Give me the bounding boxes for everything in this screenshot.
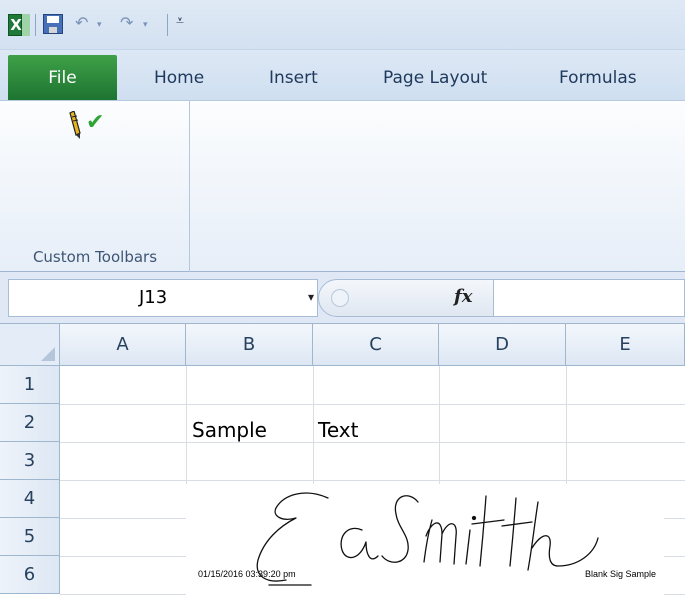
formula-controls: fx	[318, 279, 494, 317]
save-icon[interactable]	[43, 14, 63, 34]
formula-bar: J13 ▾ fx	[0, 272, 685, 324]
column-header-a[interactable]: A	[60, 324, 186, 366]
gridline	[60, 480, 685, 481]
column-header-b[interactable]: B	[186, 324, 313, 366]
row-header-6[interactable]: 6	[0, 556, 60, 594]
column-header-c[interactable]: C	[313, 324, 439, 366]
redo-dropdown-icon[interactable]: ▾	[143, 20, 148, 30]
cell-b2[interactable]: Sample	[192, 418, 267, 442]
custom-toolbars-group: ✔ Custom Toolbars	[0, 101, 190, 272]
name-box-value: J13	[139, 287, 168, 308]
pencil-icon[interactable]	[68, 111, 82, 141]
tab-page-layout[interactable]: Page Layout	[383, 55, 487, 100]
toolbar-separator	[167, 14, 168, 36]
gridline	[60, 404, 685, 405]
tab-file[interactable]: File	[8, 55, 117, 100]
column-header-d[interactable]: D	[439, 324, 566, 366]
row-header-4[interactable]: 4	[0, 480, 60, 518]
handwritten-signature-icon	[256, 492, 599, 586]
tab-home[interactable]: Home	[154, 55, 204, 100]
column-header-e[interactable]: E	[566, 324, 685, 366]
insert-function-icon[interactable]: fx	[454, 286, 472, 307]
name-box[interactable]: J13 ▾	[8, 279, 318, 317]
redo-icon[interactable]: ↷	[120, 12, 133, 34]
signature-caption: Blank Sig Sample	[584, 569, 656, 579]
row-header-5[interactable]: 5	[0, 518, 60, 556]
ribbon-panel: ✔ Custom Toolbars	[0, 100, 685, 272]
ribbon-tab-bar: File Home Insert Page Layout Formulas	[0, 50, 685, 100]
row-header-2[interactable]: 2	[0, 404, 60, 442]
tab-formulas[interactable]: Formulas	[559, 55, 637, 100]
formula-input[interactable]	[494, 279, 685, 317]
excel-icon[interactable]: X	[8, 14, 30, 36]
cell-c2[interactable]: Text	[318, 418, 358, 442]
formula-circle-icon	[331, 289, 349, 307]
signature-timestamp: 01/15/2016 03:39:20 pm	[198, 569, 296, 579]
worksheet-grid: A B C D E 1 2 3 4 5 6 Sample Text 01/15/…	[0, 324, 685, 600]
group-label: Custom Toolbars	[32, 248, 158, 266]
check-icon[interactable]: ✔	[86, 109, 104, 137]
row-header-3[interactable]: 3	[0, 442, 60, 480]
toolbar-separator	[35, 14, 36, 36]
signature-image[interactable]: 01/15/2016 03:39:20 pm Blank Sig Sample	[186, 484, 664, 600]
quick-access-toolbar: X ↶ ▾ ↷ ▾ ⩡	[0, 0, 685, 50]
tab-insert[interactable]: Insert	[269, 55, 318, 100]
undo-dropdown-icon[interactable]: ▾	[97, 20, 102, 30]
gridline	[60, 442, 685, 443]
row-header-1[interactable]: 1	[0, 366, 60, 404]
undo-icon[interactable]: ↶	[75, 12, 88, 34]
select-all-corner[interactable]	[0, 324, 60, 366]
chevron-down-icon[interactable]: ▾	[308, 290, 314, 304]
customize-qat-icon[interactable]: ⩡	[176, 13, 184, 29]
